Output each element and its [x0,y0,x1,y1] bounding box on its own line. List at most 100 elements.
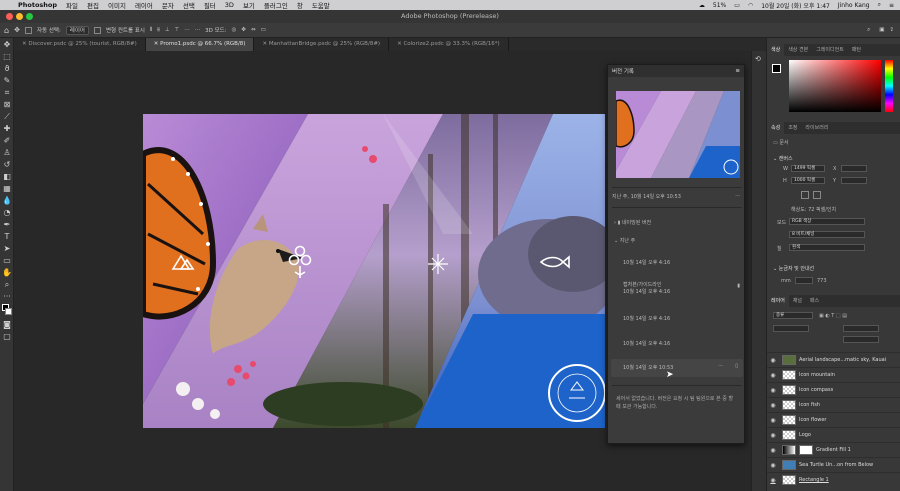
layer-row[interactable]: ◉ Gradient Fill 1 [767,442,900,457]
opacity-field[interactable] [843,325,879,332]
layer-row[interactable]: ◉ Icon mountain [767,367,900,382]
ruler-unit[interactable]: mm [781,278,791,284]
layer-filter-icons[interactable]: ▣ ◐ T ⬚ ▤ [819,313,847,319]
menu-type[interactable]: 문자 [162,0,174,10]
bookmark-icon[interactable]: ▮ [737,283,740,289]
move-tool-icon[interactable]: ✥ [2,40,12,50]
more-options-icon[interactable]: ··· [195,27,200,33]
workspace-icon[interactable]: ▣ [879,27,884,33]
x-field[interactable] [841,165,867,172]
screen-mode-icon[interactable]: ▢ [2,332,12,342]
3d-slide-icon[interactable]: ⇔ [251,27,256,33]
marquee-tool-icon[interactable]: ⬚ [2,52,12,62]
menu-layer[interactable]: 레이어 [135,0,153,10]
wifi-icon[interactable]: ◠ [748,2,753,9]
align-icon[interactable]: ⫴ [150,27,152,34]
tab-layers[interactable]: 레이어 [767,295,789,307]
layer-row[interactable]: ◉ Aerial landscape...matic sky, Kauai [767,352,900,367]
tab-color[interactable]: 색상 [767,44,785,56]
eye-icon[interactable]: ◉ [767,402,779,409]
clone-stamp-icon[interactable]: ♙ [2,148,12,158]
named-versions-toggle[interactable]: › ▮ 네이밍된 버전 [608,219,746,226]
history-entry[interactable]: 10월 14일 오후 4:16 [608,340,746,347]
canvas-section[interactable]: ⌄ 캔버스 [773,155,793,162]
menu-help[interactable]: 도움말 [312,0,330,10]
move-tool-icon[interactable]: ✥ [14,26,20,34]
eye-icon[interactable]: ◉ [767,477,779,484]
panel-menu-icon[interactable]: ≡ [735,68,740,74]
user-name[interactable]: Jinho Kang [838,2,870,9]
rulers-section[interactable]: ⌄ 눈금자 및 안내선 [773,265,814,272]
clock[interactable]: 10월 20일 (화) 오후 1:47 [761,1,830,10]
layer-kind-filter[interactable]: 종류 [773,312,813,319]
search-icon[interactable]: ⌕ [878,1,881,9]
video-camera-icon[interactable]: ▭ [261,27,266,33]
height-field[interactable]: 1000 픽셀 [791,177,825,184]
blend-mode-dropdown[interactable] [773,325,809,332]
tab-colorize2[interactable]: ✕ Colorize2.psdc @ 33.3% (RGB/16*) [389,38,509,51]
rectangle-tool-icon[interactable]: ▭ [2,256,12,266]
menu-photoshop[interactable]: Photoshop [18,1,57,9]
menu-image[interactable]: 이미지 [108,0,126,10]
background-fill-dropdown[interactable]: 흰색 [789,244,865,251]
history-icon[interactable]: ⟲ [755,55,763,63]
tab-channels[interactable]: 채널 [789,295,806,307]
more-icon[interactable]: ··· [718,363,723,369]
menu-3d[interactable]: 3D [225,1,234,9]
menu-select[interactable]: 선택 [183,0,195,10]
path-select-icon[interactable]: ➤ [2,244,12,254]
history-entry[interactable]: 10월 14일 오후 4:16 [608,315,746,322]
color-mode-dropdown[interactable]: RGB 색상 [789,218,865,225]
eyedropper-tool-icon[interactable]: ⟋ [2,112,12,122]
zoom-tool-icon[interactable]: ⌕ [2,280,12,290]
3d-pan-icon[interactable]: ✥ [241,27,246,33]
layer-row[interactable]: ◉ Rectangle 1 [767,472,900,487]
menu-file[interactable]: 파일 [66,0,78,10]
layer-row[interactable]: ◉ Icon fish [767,397,900,412]
menu-edit[interactable]: 편집 [87,0,99,10]
zoom-window-button[interactable] [26,13,33,20]
auto-select-target-dropdown[interactable]: 레이어 [65,25,89,35]
bit-depth-dropdown[interactable]: 8 비트/채널 [789,231,865,238]
menu-list-icon[interactable]: ≡ [889,2,894,9]
cloud-icon[interactable]: ☁ [699,2,705,9]
edit-toolbar-icon[interactable]: ··· [2,292,12,302]
eye-icon[interactable]: ◉ [767,387,779,394]
menu-plugins[interactable]: 플러그인 [264,0,288,10]
hue-slider[interactable] [885,60,893,112]
eye-icon[interactable]: ◉ [767,417,779,424]
color-swatches-icon[interactable] [2,304,12,318]
width-field[interactable]: 1499 픽셀 [791,165,825,172]
foreground-color-swatch[interactable] [772,64,781,73]
fill-field[interactable] [843,336,879,343]
home-icon[interactable]: ⌂ [4,26,9,35]
search-icon[interactable]: ⌕ [867,27,870,34]
3d-orbit-icon[interactable]: ◎ [232,27,237,33]
distribute-icon[interactable]: ⋯ [184,27,190,33]
color-picker-field[interactable] [789,60,881,112]
layer-row[interactable]: ◉ Icon flower [767,412,900,427]
document-canvas[interactable] [143,114,605,428]
history-entry[interactable]: 10월 14일 오후 4:16 [608,259,746,266]
healing-brush-icon[interactable]: ✚ [2,124,12,134]
transform-controls-checkbox[interactable] [93,26,101,34]
tab-libraries[interactable]: 라이브러리 [801,122,832,134]
eye-icon[interactable]: ◉ [767,357,779,364]
pen-tool-icon[interactable]: ✒ [2,220,12,230]
frame-tool-icon[interactable]: ⊠ [2,100,12,110]
eraser-tool-icon[interactable]: ◧ [2,172,12,182]
tab-properties[interactable]: 속성 [767,122,785,134]
tab-discover[interactable]: ✕ Discover.psdc @ 25% (tourist, RGB/8#) [14,38,146,51]
tab-swatches[interactable]: 색상 견본 [784,44,812,56]
orientation-landscape-icon[interactable] [813,191,821,199]
current-version[interactable]: 지난 주, 10월 14일 오후 10:53 ··· [608,193,746,200]
tab-adjustments[interactable]: 조정 [784,122,801,134]
ruler-unit-field[interactable] [795,277,813,284]
more-icon[interactable]: ··· [735,193,740,199]
quick-select-tool-icon[interactable]: ✎ [2,76,12,86]
layer-row[interactable]: ◉ Logo [767,427,900,442]
battery-icon[interactable]: ▭ [734,2,740,9]
tab-gradients[interactable]: 그레이디언트 [812,44,848,56]
align-icon[interactable]: ⊤ [175,27,180,33]
align-icon[interactable]: ⊥ [165,27,170,33]
